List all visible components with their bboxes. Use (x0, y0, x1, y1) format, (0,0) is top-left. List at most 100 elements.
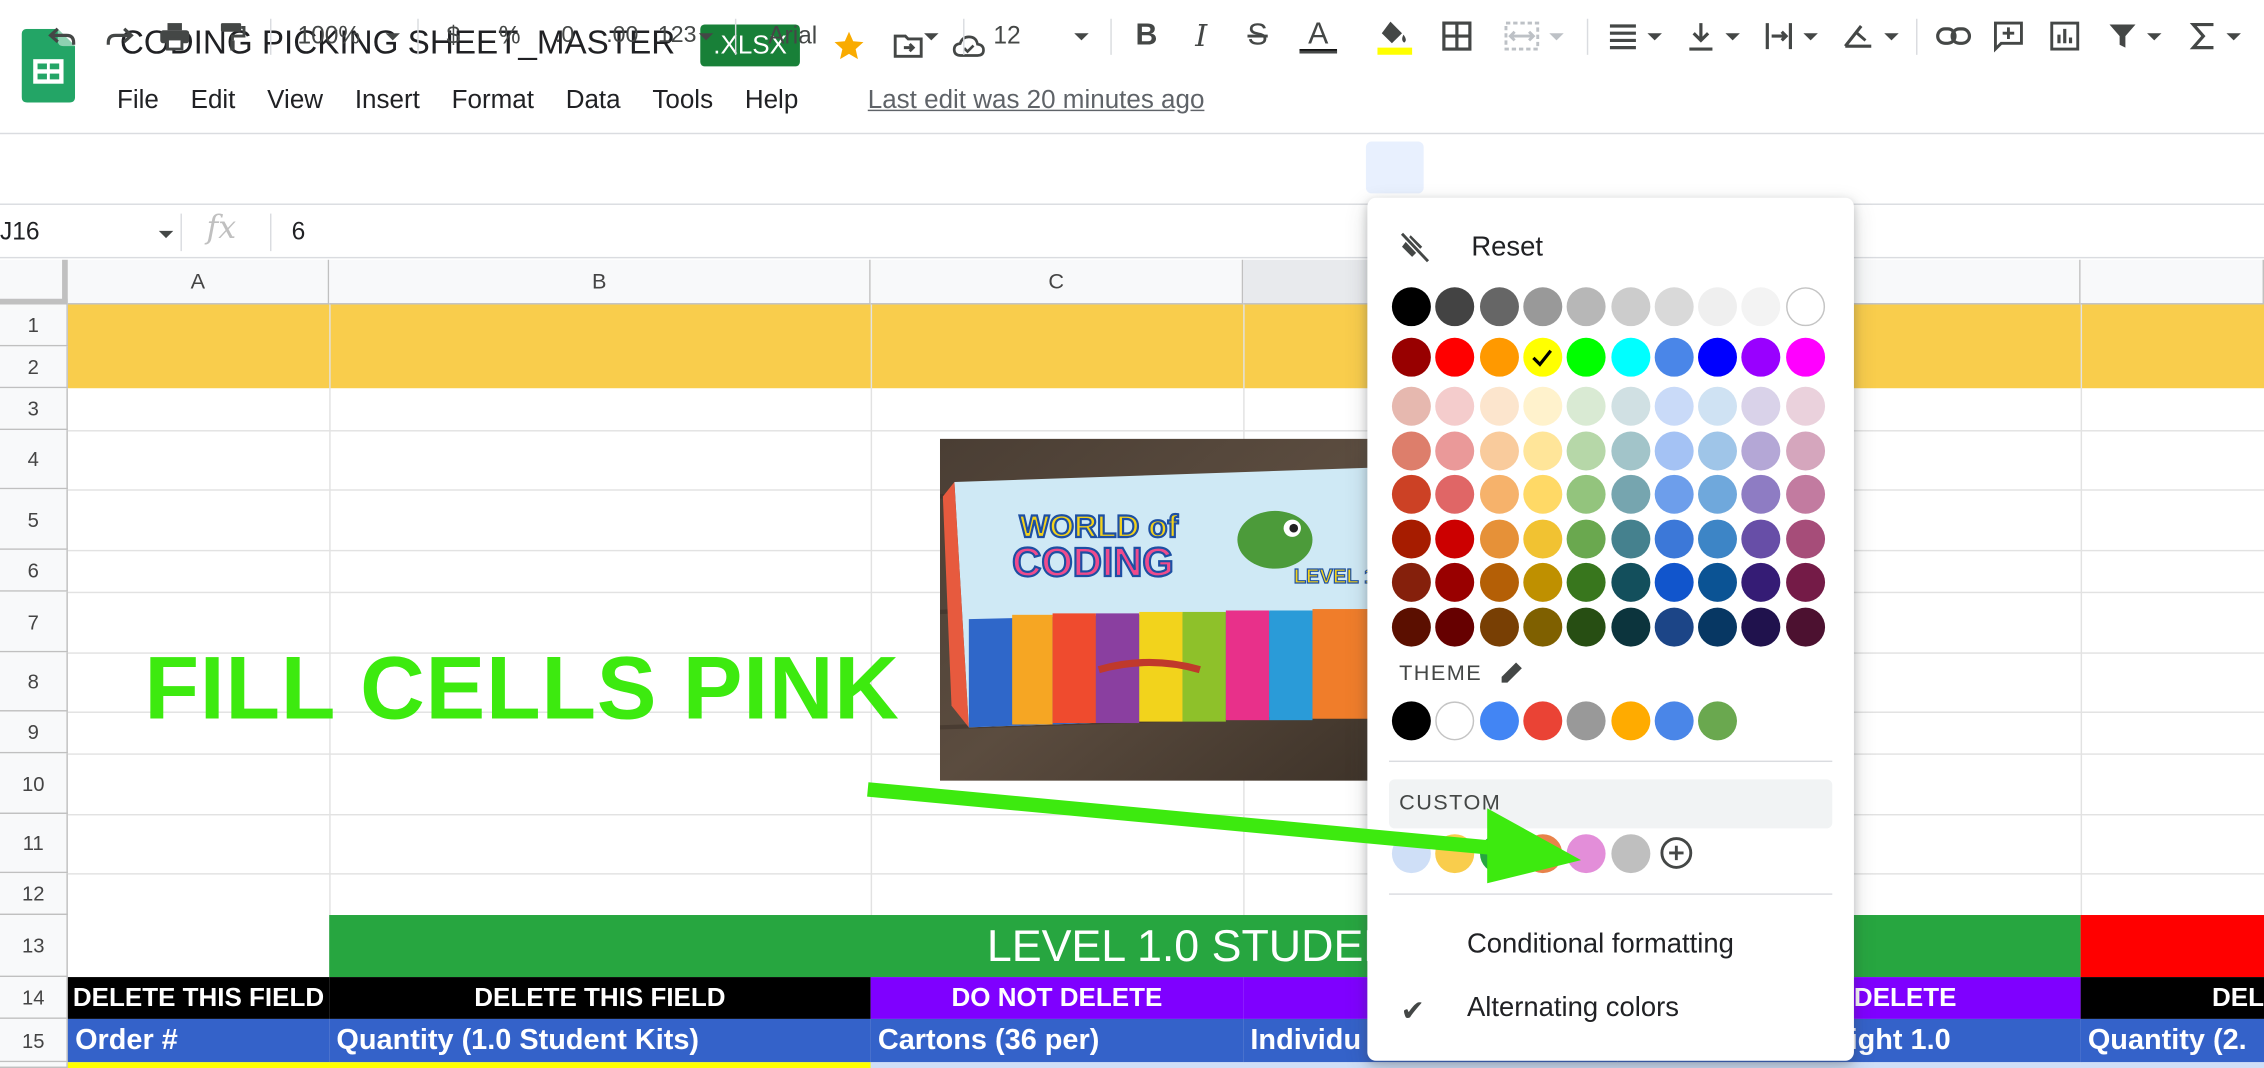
color-swatch[interactable] (1391, 287, 1431, 327)
color-swatch[interactable] (1479, 431, 1519, 471)
color-swatch[interactable] (1523, 287, 1563, 327)
color-swatch[interactable] (1785, 337, 1825, 377)
color-swatch[interactable] (1523, 519, 1563, 559)
cell-a14[interactable]: DELETE THIS FIELD (67, 977, 330, 1019)
color-swatch[interactable] (1698, 562, 1738, 602)
color-swatch[interactable] (1566, 431, 1606, 471)
row-header-10[interactable]: 10 (0, 753, 68, 814)
color-swatch[interactable] (1741, 562, 1781, 602)
cell-f14[interactable]: DEL (2080, 977, 2264, 1019)
format-percent-button[interactable]: % (492, 17, 527, 55)
theme-color-swatch[interactable] (1566, 701, 1606, 741)
borders-icon[interactable] (1438, 17, 1476, 55)
strikethrough-button[interactable]: S (1240, 17, 1275, 55)
color-swatch[interactable] (1435, 562, 1475, 602)
color-swatch[interactable] (1479, 607, 1519, 647)
font-size-select[interactable]: 12 (982, 17, 1098, 55)
italic-button[interactable]: I (1184, 17, 1219, 55)
color-swatch[interactable] (1741, 386, 1781, 426)
cell-a15[interactable]: Order # (67, 1018, 330, 1063)
header-band-rows-1-2[interactable] (67, 304, 2264, 389)
formula-input[interactable]: 6 (292, 218, 306, 247)
theme-color-swatch[interactable] (1610, 701, 1650, 741)
increase-decimal-button[interactable]: .00 (601, 17, 644, 55)
color-swatch[interactable] (1698, 287, 1738, 327)
color-swatch[interactable] (1698, 519, 1738, 559)
paint-format-icon[interactable] (214, 17, 252, 55)
color-swatch[interactable] (1741, 337, 1781, 377)
color-swatch[interactable] (1698, 431, 1738, 471)
color-swatch[interactable] (1566, 607, 1606, 647)
bold-button[interactable]: B (1129, 17, 1164, 55)
color-swatch[interactable] (1785, 386, 1825, 426)
redo-icon[interactable] (101, 17, 139, 55)
text-color-button[interactable]: A (1297, 17, 1340, 55)
color-swatch[interactable] (1610, 562, 1650, 602)
row-header-12[interactable]: 12 (0, 873, 68, 916)
theme-color-swatch[interactable] (1698, 701, 1738, 741)
custom-color-swatch[interactable] (1523, 834, 1563, 874)
custom-color-swatch[interactable] (1566, 834, 1606, 874)
color-swatch[interactable] (1654, 562, 1694, 602)
color-swatch[interactable] (1523, 474, 1563, 514)
format-currency-button[interactable]: $ (437, 17, 469, 55)
color-swatch[interactable] (1610, 474, 1650, 514)
color-swatch[interactable] (1435, 474, 1475, 514)
theme-color-swatch[interactable] (1391, 701, 1431, 741)
color-swatch[interactable] (1785, 474, 1825, 514)
color-swatch[interactable] (1610, 386, 1650, 426)
color-swatch[interactable] (1654, 287, 1694, 327)
color-swatch[interactable] (1523, 386, 1563, 426)
color-swatch[interactable] (1741, 287, 1781, 327)
color-swatch[interactable] (1523, 562, 1563, 602)
menu-file[interactable]: File (101, 82, 175, 117)
color-swatch[interactable] (1610, 519, 1650, 559)
color-swatch[interactable] (1435, 607, 1475, 647)
cell-b14[interactable]: DELETE THIS FIELD (329, 977, 871, 1019)
custom-color-swatch[interactable] (1479, 834, 1519, 874)
cell-c14[interactable]: DO NOT DELETE (870, 977, 1244, 1019)
color-swatch[interactable] (1435, 431, 1475, 471)
color-swatch[interactable] (1479, 562, 1519, 602)
row-header-14[interactable]: 14 (0, 977, 68, 1019)
color-swatch[interactable] (1391, 474, 1431, 514)
color-swatch[interactable] (1741, 474, 1781, 514)
select-all-corner[interactable] (0, 259, 68, 305)
custom-color-swatch[interactable] (1391, 834, 1431, 874)
menu-format[interactable]: Format (436, 82, 550, 117)
zoom-select[interactable]: 100% (286, 17, 404, 55)
custom-color-swatch[interactable] (1435, 834, 1475, 874)
functions-icon[interactable] (2183, 17, 2247, 55)
print-icon[interactable] (156, 17, 194, 55)
color-swatch[interactable] (1479, 287, 1519, 327)
edit-theme-pencil-icon[interactable] (1497, 658, 1526, 687)
row-header-9[interactable]: 9 (0, 711, 68, 754)
color-swatch[interactable] (1479, 519, 1519, 559)
color-swatch[interactable] (1610, 431, 1650, 471)
custom-color-swatch[interactable] (1610, 834, 1650, 874)
theme-color-swatch[interactable] (1435, 701, 1475, 741)
color-swatch[interactable] (1654, 386, 1694, 426)
color-swatch[interactable] (1785, 519, 1825, 559)
color-swatch[interactable] (1654, 474, 1694, 514)
color-swatch[interactable] (1785, 562, 1825, 602)
menu-tools[interactable]: Tools (637, 82, 729, 117)
row-header-5[interactable]: 5 (0, 489, 68, 550)
chevron-down-icon[interactable] (158, 230, 174, 239)
row-header-3[interactable]: 3 (0, 388, 68, 431)
color-swatch[interactable] (1610, 337, 1650, 377)
theme-color-swatch[interactable] (1654, 701, 1694, 741)
color-swatch[interactable] (1741, 431, 1781, 471)
color-swatch[interactable] (1698, 337, 1738, 377)
color-swatch[interactable] (1391, 519, 1431, 559)
insert-chart-icon[interactable] (2046, 17, 2084, 55)
menu-view[interactable]: View (251, 82, 339, 117)
column-header-c[interactable]: C (870, 259, 1244, 305)
color-swatch[interactable] (1785, 607, 1825, 647)
color-swatch[interactable] (1479, 474, 1519, 514)
color-swatch[interactable] (1566, 386, 1606, 426)
color-swatch[interactable] (1741, 519, 1781, 559)
color-swatch[interactable] (1654, 431, 1694, 471)
theme-color-swatch[interactable] (1523, 701, 1563, 741)
row-header-13[interactable]: 13 (0, 915, 68, 978)
